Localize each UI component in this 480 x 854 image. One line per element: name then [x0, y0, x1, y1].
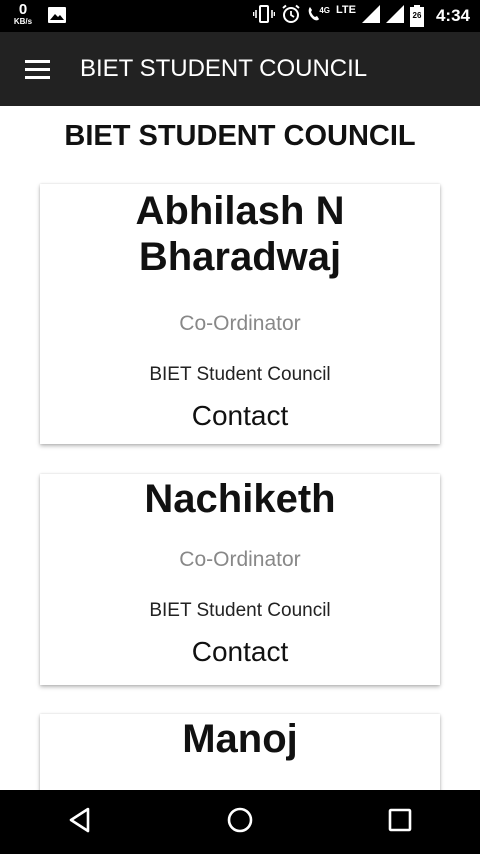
network-speed-unit: KB/s	[13, 17, 33, 26]
recents-square-icon	[387, 807, 413, 838]
member-name: Abhilash N Bharadwaj	[40, 188, 440, 280]
member-card: Abhilash N Bharadwaj Co-Ordinator BIET S…	[40, 184, 440, 444]
signal-strength-icon-2	[385, 4, 404, 28]
vibrate-icon	[253, 4, 276, 28]
network-type-label: 4G	[319, 5, 330, 15]
back-button[interactable]	[50, 797, 110, 847]
lte-label: LTE	[336, 4, 356, 16]
battery-level-label: 26	[412, 11, 422, 20]
member-name: Manoj	[182, 717, 298, 761]
member-role: Co-Ordinator	[179, 548, 301, 571]
page-heading: BIET STUDENT COUNCIL	[64, 120, 416, 152]
recents-button[interactable]	[370, 797, 430, 847]
home-button[interactable]	[210, 797, 270, 847]
status-bar: 0 KB/s 4G LTE 26 4:34	[0, 0, 480, 32]
back-triangle-icon	[67, 806, 93, 839]
battery-icon: 26	[409, 5, 424, 27]
alarm-icon	[281, 4, 301, 29]
member-card: Manoj	[40, 714, 440, 790]
member-role: Co-Ordinator	[179, 312, 301, 335]
content-area[interactable]: BIET STUDENT COUNCIL Abhilash N Bharadwa…	[0, 106, 480, 790]
contact-button[interactable]: Contact	[40, 636, 440, 668]
image-notification-icon	[48, 7, 66, 28]
member-name: Nachiketh	[144, 477, 336, 521]
system-navigation-bar	[0, 790, 480, 854]
app-bar: BIET STUDENT COUNCIL	[0, 32, 480, 106]
member-name-line2: Bharadwaj	[138, 235, 342, 279]
member-organization: BIET Student Council	[149, 600, 331, 621]
contact-button[interactable]: Contact	[40, 400, 440, 432]
app-bar-title: BIET STUDENT COUNCIL	[80, 55, 368, 82]
member-name-line1: Abhilash N	[135, 189, 345, 233]
network-speed-indicator: 0 KB/s	[10, 2, 36, 26]
signal-strength-icon	[361, 4, 380, 28]
status-time: 4:34	[435, 6, 470, 25]
network-speed-value: 0	[18, 1, 28, 18]
member-organization: BIET Student Council	[149, 364, 331, 385]
member-card: Nachiketh Co-Ordinator BIET Student Coun…	[40, 474, 440, 685]
hamburger-menu-icon[interactable]	[14, 46, 60, 92]
home-circle-icon	[226, 806, 254, 839]
